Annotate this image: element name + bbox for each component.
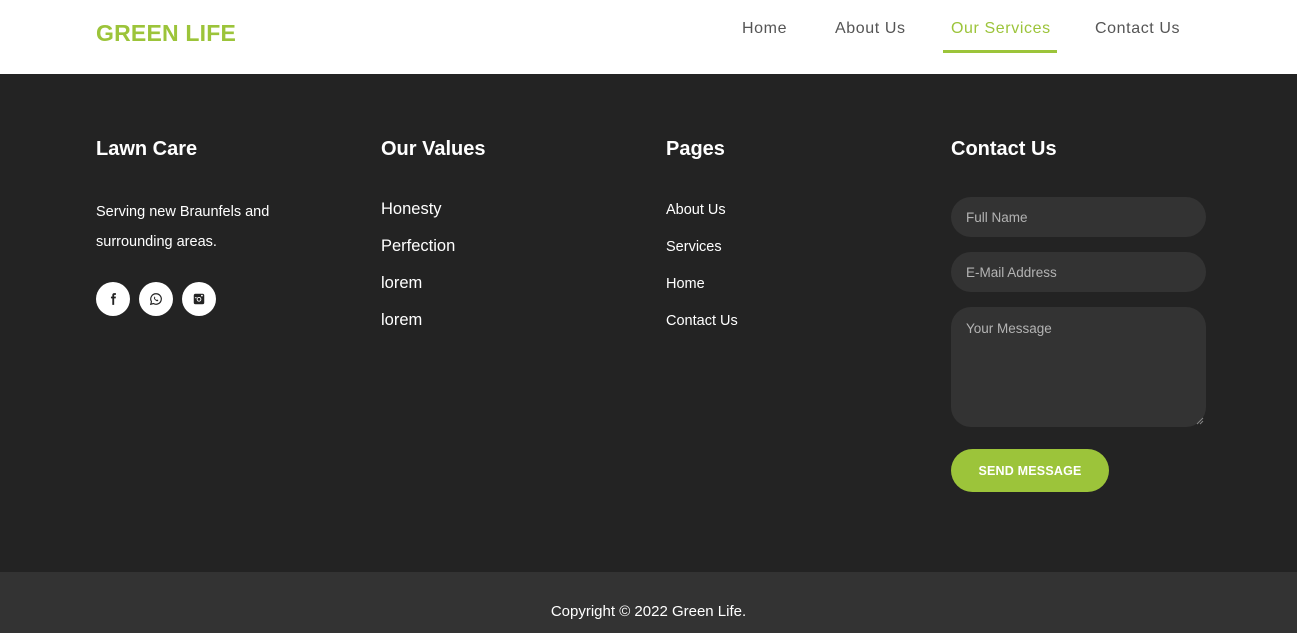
message-textarea[interactable] [951,307,1206,427]
values-list: Honesty Perfection lorem lorem [381,198,455,346]
active-nav-indicator [943,50,1057,53]
list-item: lorem [381,311,423,329]
lawn-care-title: Lawn Care [96,138,198,160]
footer-link-services[interactable]: Services [666,236,738,273]
list-item: Honesty [381,200,442,218]
site-header: GREEN LIFE Home About Us Our Services Co… [0,0,1297,74]
instagram-icon [193,293,205,305]
nav-contact-us[interactable]: Contact Us [1095,20,1180,38]
whatsapp-button[interactable] [139,282,173,316]
facebook-icon [110,293,116,305]
nav-home[interactable]: Home [742,20,787,38]
send-message-button[interactable]: SEND MESSAGE [951,449,1109,492]
bottom-bar: Copyright © 2022 Green Life. [0,572,1297,633]
pages-title: Pages [666,138,725,160]
copyright-text: Copyright © 2022 Green Life. [550,603,747,620]
list-item: Perfection [381,237,456,255]
footer-link-about-us[interactable]: About Us [666,199,738,236]
instagram-button[interactable] [182,282,216,316]
main-nav: Home About Us Our Services Contact Us [0,0,1297,74]
contact-title: Contact Us [951,138,1057,160]
facebook-button[interactable] [96,282,130,316]
pages-list: About Us Services Home Contact Us [666,199,738,347]
nav-about-us[interactable]: About Us [835,20,906,38]
lawn-care-description: Serving new Braunfels and surrounding ar… [96,204,270,250]
footer-link-home[interactable]: Home [666,273,738,310]
full-name-input[interactable] [951,197,1206,237]
nav-our-services[interactable]: Our Services [951,20,1051,38]
list-item: lorem [381,274,423,292]
footer: Lawn Care Serving new Braunfels and surr… [0,74,1297,572]
our-values-title: Our Values [381,138,486,160]
footer-link-contact-us[interactable]: Contact Us [666,310,738,347]
resize-grip-icon[interactable] [1196,417,1204,425]
whatsapp-icon [149,293,162,306]
email-input[interactable] [951,252,1206,292]
